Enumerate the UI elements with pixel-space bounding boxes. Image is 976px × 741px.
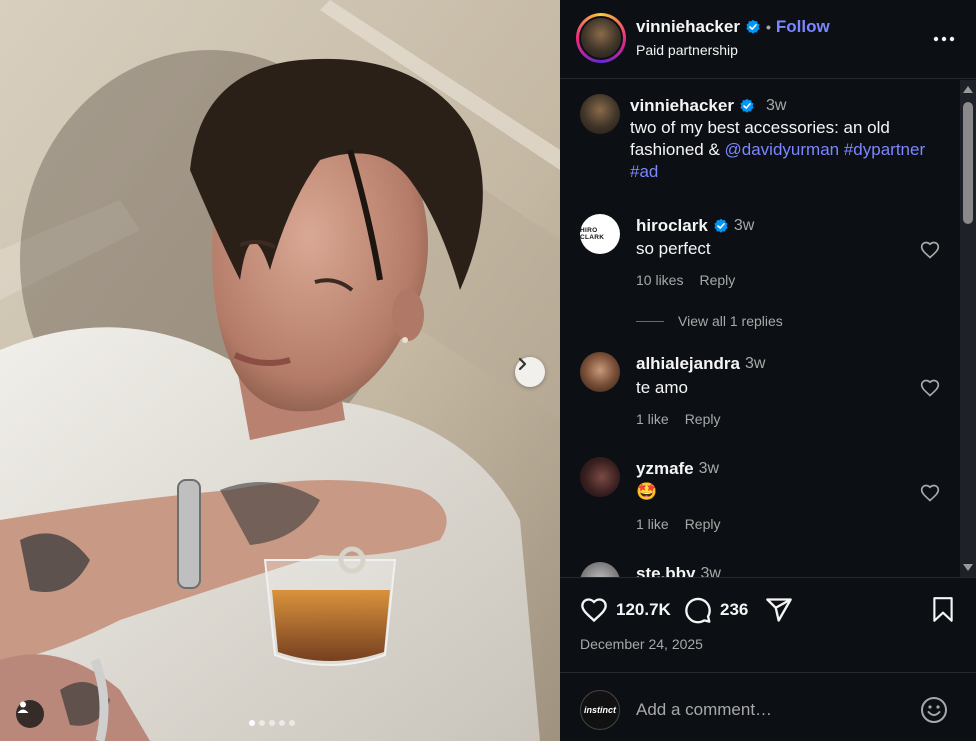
- carousel-dot: [269, 720, 275, 726]
- follow-button[interactable]: Follow: [776, 17, 830, 37]
- comment-composer: instinct: [560, 672, 976, 741]
- commenter-avatar[interactable]: [580, 352, 620, 392]
- carousel-indicator: [249, 720, 295, 726]
- comment-text: 🤩: [636, 482, 658, 502]
- carousel-dot: [249, 720, 255, 726]
- user-icon: [17, 701, 29, 713]
- hashtag-link[interactable]: #dypartner: [844, 140, 925, 159]
- scroll-down-arrow-icon[interactable]: [963, 564, 973, 571]
- add-comment-input[interactable]: [636, 695, 906, 725]
- commenter-username[interactable]: ste.bby: [636, 564, 696, 577]
- comment-time[interactable]: 3w: [699, 460, 719, 478]
- more-icon: [933, 36, 955, 42]
- caption-line2: fashioned & @davidyurman #dypartner: [630, 139, 950, 161]
- hashtag-link[interactable]: #ad: [630, 162, 658, 181]
- carousel-dot: [289, 720, 295, 726]
- comment-header: ste.bby 3w: [636, 564, 721, 577]
- comment-text: te amo: [636, 378, 688, 397]
- next-photo-button[interactable]: [515, 357, 545, 387]
- commenter-avatar[interactable]: HIRO CLARK: [580, 214, 620, 254]
- comment-header: alhialejandra 3w: [636, 354, 765, 374]
- verified-badge-icon: [746, 19, 760, 34]
- reply-button[interactable]: Reply: [685, 411, 721, 427]
- verified-badge-icon: [740, 98, 754, 113]
- chevron-right-icon: [518, 357, 527, 371]
- like-comment-heart-icon[interactable]: [920, 240, 940, 260]
- author-username[interactable]: vinniehacker: [636, 17, 740, 37]
- bookmark-icon: [933, 597, 953, 622]
- caption-line2-text: fashioned &: [630, 140, 725, 159]
- share-paper-plane-icon: [766, 598, 792, 622]
- comment-meta: 1 like Reply: [636, 516, 720, 532]
- post-header: vinniehacker • Follow Paid partnership: [560, 0, 976, 79]
- like-comment-heart-icon[interactable]: [920, 483, 940, 503]
- comment-time[interactable]: 3w: [734, 217, 754, 235]
- emoji-icon[interactable]: [920, 696, 948, 724]
- caption-author-avatar[interactable]: [580, 94, 620, 134]
- commenter-username[interactable]: hiroclark: [636, 216, 708, 236]
- replies-divider: [636, 320, 664, 322]
- post-photo[interactable]: [0, 0, 560, 741]
- commenter-avatar[interactable]: [580, 562, 620, 577]
- comment-meta: 10 likes Reply: [636, 272, 735, 288]
- caption-text: two of my best accessories: an old fashi…: [630, 117, 950, 183]
- caption-time[interactable]: 3w: [766, 97, 786, 115]
- comment-likes[interactable]: 1 like: [636, 516, 669, 532]
- carousel-dot: [259, 720, 265, 726]
- separator-dot: •: [765, 19, 771, 35]
- author-avatar[interactable]: [576, 13, 626, 63]
- mention-link[interactable]: @davidyurman: [725, 140, 840, 159]
- commenter-username[interactable]: yzmafe: [636, 459, 694, 479]
- post-date[interactable]: December 24, 2025: [580, 636, 703, 652]
- post-details-panel: vinniehacker • Follow Paid partnership v…: [560, 0, 976, 741]
- heart-icon: [581, 598, 607, 623]
- comment-button[interactable]: 236: [684, 596, 748, 624]
- caption-line1: two of my best accessories: an old: [630, 118, 890, 137]
- comment-meta: 1 like Reply: [636, 411, 720, 427]
- scroll-up-arrow-icon[interactable]: [963, 86, 973, 93]
- like-count[interactable]: 120.7K: [616, 600, 671, 620]
- comment-time[interactable]: 3w: [745, 355, 765, 373]
- comment-text: so perfect: [636, 239, 711, 258]
- view-replies-button[interactable]: View all 1 replies: [636, 313, 783, 329]
- post-actions: 120.7K 236 December 24, 2025: [560, 577, 976, 687]
- scrollbar-thumb[interactable]: [963, 102, 973, 224]
- view-replies-label: View all 1 replies: [678, 313, 783, 329]
- paid-partnership-label[interactable]: Paid partnership: [636, 42, 738, 58]
- caption-header: vinniehacker 3w: [630, 96, 786, 116]
- comment-likes[interactable]: 10 likes: [636, 272, 683, 288]
- current-user-avatar-text: instinct: [583, 705, 616, 715]
- comments-scrollbar[interactable]: [960, 80, 976, 577]
- comment-bubble-icon: [685, 597, 711, 624]
- avatar-logo-text: HIRO CLARK: [580, 227, 605, 241]
- verified-badge-icon: [714, 218, 728, 233]
- like-button[interactable]: 120.7K: [580, 596, 671, 624]
- reply-button[interactable]: Reply: [699, 272, 735, 288]
- carousel-dot: [279, 720, 285, 726]
- share-button[interactable]: [765, 596, 793, 624]
- commenter-username[interactable]: alhialejandra: [636, 354, 740, 374]
- caption-author[interactable]: vinniehacker: [630, 96, 734, 116]
- comment-header: hiroclark 3w: [636, 216, 754, 236]
- comment-likes[interactable]: 1 like: [636, 411, 669, 427]
- save-button[interactable]: [930, 596, 956, 624]
- comment-header: yzmafe 3w: [636, 459, 719, 479]
- tagged-users-button[interactable]: [16, 700, 44, 728]
- commenter-avatar[interactable]: [580, 457, 620, 497]
- reply-button[interactable]: Reply: [685, 516, 721, 532]
- like-comment-heart-icon[interactable]: [920, 378, 940, 398]
- comments-list[interactable]: vinniehacker 3w two of my best accessori…: [560, 80, 960, 577]
- comment-time[interactable]: 3w: [701, 565, 721, 577]
- current-user-avatar: instinct: [580, 690, 620, 730]
- more-options-button[interactable]: [932, 27, 956, 51]
- photo-illustration: [0, 0, 560, 741]
- author-line: vinniehacker • Follow: [636, 17, 830, 37]
- comment-count[interactable]: 236: [720, 600, 748, 620]
